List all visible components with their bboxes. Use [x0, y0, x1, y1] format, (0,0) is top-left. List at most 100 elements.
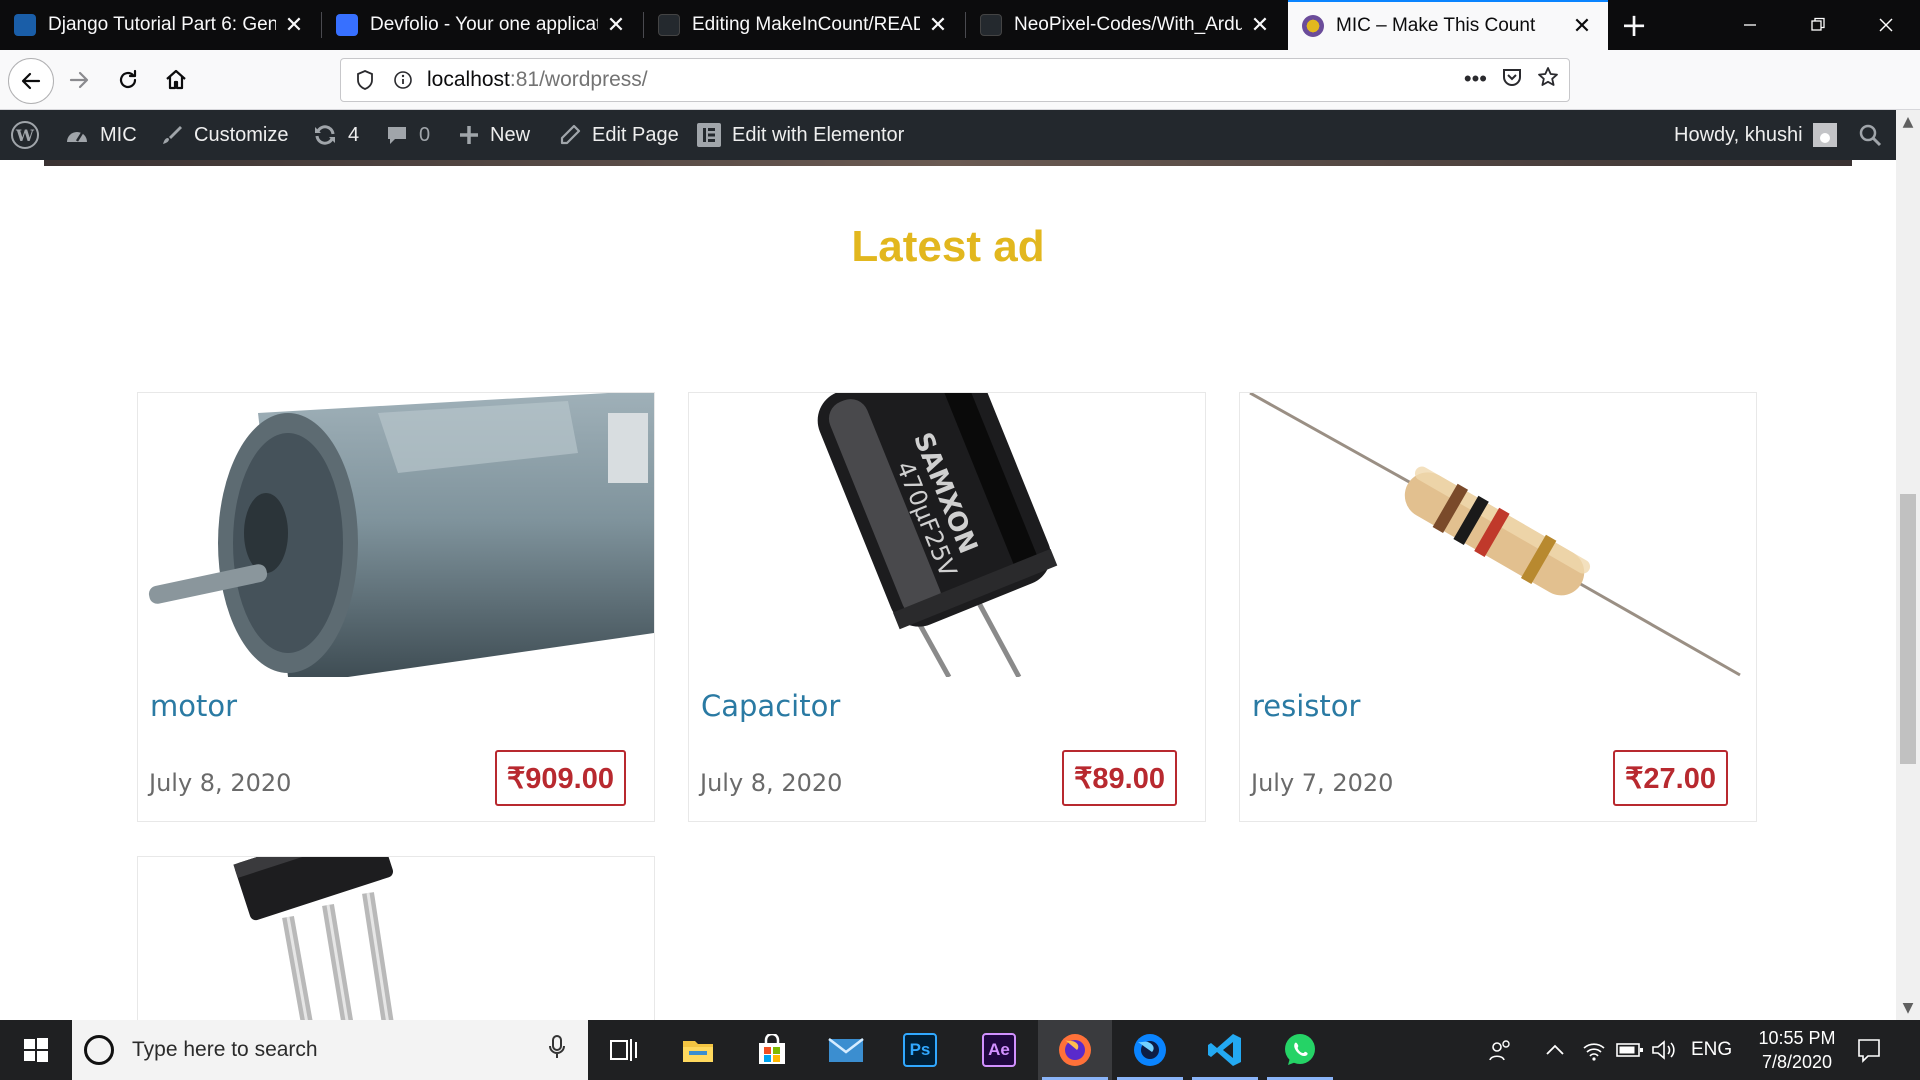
- close-tab-icon[interactable]: ✕: [1250, 12, 1270, 38]
- admin-account-menu[interactable]: Howdy, khushi: [1674, 110, 1837, 160]
- taskbar-photoshop[interactable]: Ps: [883, 1020, 957, 1080]
- tab-title: MIC – Make This Count: [1336, 15, 1536, 36]
- devfolio-favicon-icon: [336, 14, 358, 36]
- address-bar[interactable]: localhost:81/wordpress/ •••: [340, 58, 1570, 102]
- pencil-icon: [558, 123, 582, 147]
- customize-label: Customize: [194, 123, 289, 146]
- scroll-up-arrow-icon[interactable]: ▲: [1896, 110, 1920, 134]
- mic-favicon-icon: [1302, 15, 1324, 37]
- minimize-window-icon[interactable]: [1716, 0, 1784, 50]
- photoshop-icon: Ps: [903, 1033, 937, 1067]
- admin-customize-link[interactable]: Customize: [160, 110, 288, 160]
- ad-price-badge: ₹27.00: [1612, 750, 1728, 806]
- close-tab-icon[interactable]: ✕: [1572, 13, 1592, 39]
- ad-image-resistor[interactable]: [1240, 393, 1756, 677]
- vscode-icon: [1208, 1034, 1241, 1066]
- reload-button[interactable]: [107, 59, 149, 101]
- taskbar-microsoft-store[interactable]: [735, 1020, 809, 1080]
- scrollbar-thumb[interactable]: [1900, 494, 1916, 764]
- taskbar-mail[interactable]: [809, 1020, 883, 1080]
- action-center-icon[interactable]: [1856, 1020, 1882, 1080]
- people-icon[interactable]: [1488, 1020, 1512, 1080]
- forward-button[interactable]: [58, 59, 100, 101]
- close-tab-icon[interactable]: ✕: [284, 12, 304, 38]
- ad-card-motor[interactable]: motor July 8, 2020 ₹909.00: [137, 392, 655, 822]
- admin-search-icon[interactable]: [1858, 110, 1882, 160]
- search-placeholder: Type here to search: [132, 1038, 318, 1061]
- scroll-down-arrow-icon[interactable]: ▼: [1896, 996, 1920, 1020]
- admin-site-name-link[interactable]: MIC: [64, 110, 137, 160]
- admin-new-content-link[interactable]: New: [458, 110, 530, 160]
- comments-count: 0: [419, 123, 431, 146]
- ad-card-transistor[interactable]: [137, 856, 655, 1020]
- close-tab-icon[interactable]: ✕: [928, 12, 948, 38]
- tab-django-tutorial[interactable]: Django Tutorial Part 6: Gener ✕: [0, 0, 320, 50]
- taskbar-vscode[interactable]: [1188, 1020, 1262, 1080]
- ad-date: July 8, 2020: [149, 769, 292, 797]
- pocket-icon[interactable]: [1501, 66, 1523, 94]
- ad-image-transistor[interactable]: [138, 857, 654, 1020]
- close-window-icon[interactable]: [1852, 0, 1920, 50]
- taskbar-after-effects[interactable]: Ae: [962, 1020, 1036, 1080]
- cortana-circle-icon: [84, 1035, 114, 1065]
- ad-image-capacitor[interactable]: SAMXON 470μF25V: [689, 393, 1205, 677]
- hero-banner-edge: [44, 160, 1852, 166]
- close-tab-icon[interactable]: ✕: [606, 12, 626, 38]
- new-tab-button[interactable]: +: [1612, 0, 1656, 50]
- tab-mic-make-this-count[interactable]: MIC – Make This Count ✕: [1288, 0, 1608, 50]
- battery-icon[interactable]: [1616, 1020, 1644, 1080]
- tab-title: Django Tutorial Part 6: Gener: [48, 14, 276, 35]
- updates-count: 4: [348, 123, 360, 146]
- wordpress-logo-icon[interactable]: W: [10, 110, 40, 160]
- tab-neopixel-codes[interactable]: NeoPixel-Codes/With_Arduin ✕: [966, 0, 1286, 50]
- wifi-icon[interactable]: [1582, 1020, 1606, 1080]
- taskbar-search-box[interactable]: Type here to search: [72, 1020, 588, 1080]
- ad-card-capacitor[interactable]: SAMXON 470μF25V Capacitor July 8, 2020 ₹…: [688, 392, 1206, 822]
- task-view-button[interactable]: [587, 1020, 661, 1080]
- start-button[interactable]: [0, 1020, 72, 1080]
- admin-comments-link[interactable]: 0: [385, 110, 430, 160]
- wp-admin-bar: W MIC Customize 4 0 New Edit Page Edit w…: [0, 110, 1920, 160]
- file-explorer-folder-icon: [683, 1041, 713, 1062]
- section-title: Latest ad: [851, 222, 1045, 271]
- svg-text:W: W: [15, 126, 35, 145]
- page-actions-icon[interactable]: •••: [1464, 66, 1487, 94]
- comment-bubble-icon: [385, 123, 409, 147]
- tracking-protection-shield-icon[interactable]: [351, 66, 379, 94]
- restore-window-icon[interactable]: [1784, 0, 1852, 50]
- tab-editing-readme[interactable]: Editing MakeInCount/READM ✕: [644, 0, 964, 50]
- tab-devfolio[interactable]: Devfolio - Your one applicatio ✕: [322, 0, 642, 50]
- volume-icon[interactable]: [1651, 1020, 1677, 1080]
- ad-card-resistor[interactable]: resistor July 7, 2020 ₹27.00: [1239, 392, 1757, 822]
- home-button[interactable]: [155, 59, 197, 101]
- site-info-icon[interactable]: [389, 66, 417, 94]
- windows-taskbar: Type here to search Ps Ae ENG 10:55 PM 7…: [0, 1020, 1920, 1080]
- admin-edit-elementor-link[interactable]: Edit with Elementor: [696, 110, 904, 160]
- page-scrollbar[interactable]: ▲ ▼: [1896, 110, 1920, 1020]
- taskbar-whatsapp[interactable]: [1263, 1020, 1337, 1080]
- taskbar-file-explorer[interactable]: [661, 1020, 735, 1080]
- admin-edit-page-link[interactable]: Edit Page: [558, 110, 679, 160]
- github-favicon-icon: [658, 14, 680, 36]
- bookmark-star-icon[interactable]: [1537, 66, 1559, 94]
- show-hidden-icons-chevron-icon[interactable]: [1545, 1020, 1565, 1080]
- ad-title[interactable]: Capacitor: [701, 689, 840, 723]
- tab-title: Editing MakeInCount/READM: [692, 14, 920, 35]
- taskbar-firefox[interactable]: [1038, 1020, 1112, 1080]
- user-avatar: [1812, 123, 1837, 147]
- back-button[interactable]: [8, 58, 54, 104]
- microphone-icon[interactable]: [548, 1034, 566, 1066]
- input-language-indicator[interactable]: ENG: [1691, 1020, 1732, 1080]
- reload-icon: [119, 69, 137, 89]
- taskbar-clock[interactable]: 10:55 PM 7/8/2020: [1742, 1026, 1852, 1074]
- windows-logo-icon: [24, 1038, 48, 1062]
- ad-title[interactable]: resistor: [1252, 689, 1360, 723]
- url-text[interactable]: localhost:81/wordpress/: [427, 68, 1464, 92]
- ad-title[interactable]: motor: [150, 689, 237, 723]
- ad-image-motor[interactable]: [138, 393, 654, 677]
- taskbar-firefox-developer[interactable]: [1113, 1020, 1187, 1080]
- plus-icon: [458, 124, 480, 146]
- ad-price-badge: ₹909.00: [494, 750, 626, 806]
- admin-updates-link[interactable]: 4: [312, 110, 359, 160]
- elementor-icon: [696, 122, 722, 148]
